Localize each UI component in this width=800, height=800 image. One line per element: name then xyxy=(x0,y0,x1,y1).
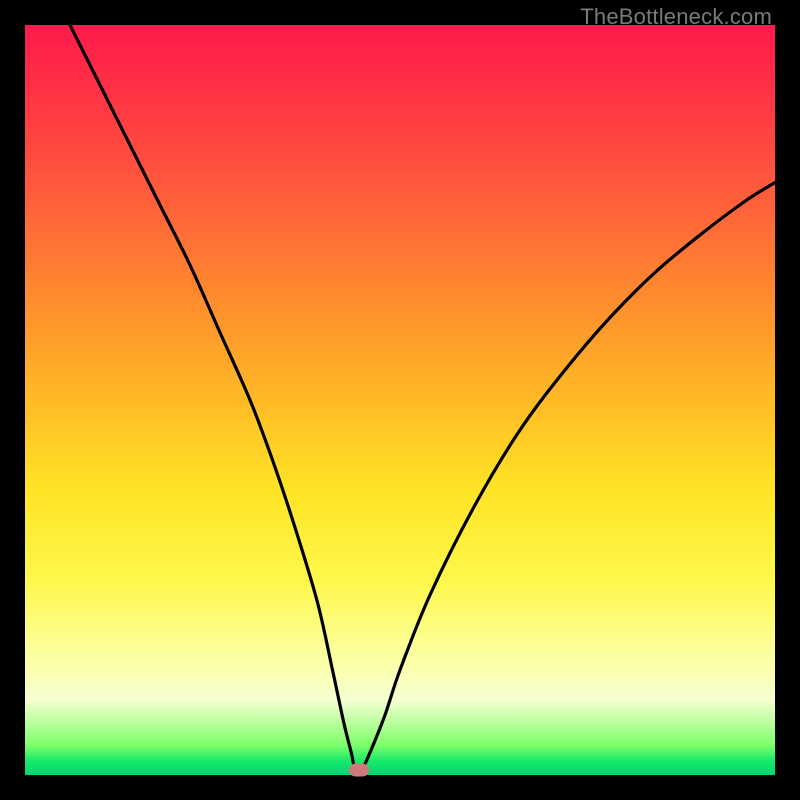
bottleneck-curve xyxy=(25,25,775,775)
plot-area xyxy=(25,25,775,775)
watermark-text: TheBottleneck.com xyxy=(580,4,772,30)
minimum-marker xyxy=(349,763,369,776)
chart-frame: TheBottleneck.com xyxy=(0,0,800,800)
